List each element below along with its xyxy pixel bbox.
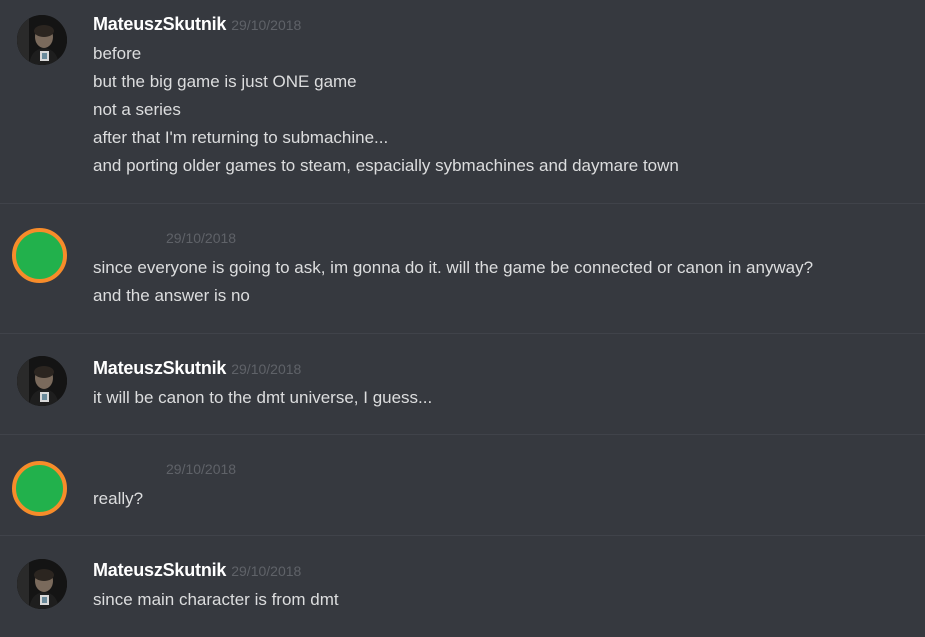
message-divider [0, 333, 925, 334]
message-divider [0, 434, 925, 435]
avatar[interactable] [17, 356, 67, 406]
message-line: and the answer is no [93, 286, 250, 305]
message-line: really? [93, 489, 144, 508]
username[interactable]: MateuszSkutnik [93, 14, 226, 34]
timestamp: 29/10/2018 [166, 230, 237, 246]
message-line: before [93, 44, 142, 63]
avatar[interactable] [17, 559, 67, 609]
timestamp: 29/10/2018 [166, 461, 237, 477]
timestamp: 29/10/2018 [231, 17, 302, 33]
message-divider [0, 203, 925, 204]
avatar[interactable] [12, 228, 67, 283]
message-line: and porting older games to steam, espaci… [93, 156, 679, 175]
timestamp: 29/10/2018 [231, 361, 302, 377]
username[interactable]: MateuszSkutnik [93, 358, 226, 378]
message-header: MateuszSkutnik 29/10/2018 [93, 560, 301, 582]
username[interactable]: MateuszSkutnik [93, 560, 226, 580]
user-photo-icon [17, 559, 67, 609]
message-line: since everyone is going to ask, im gonna… [93, 258, 814, 277]
avatar[interactable] [12, 461, 67, 516]
message-line: it will be canon to the dmt universe, I … [93, 388, 433, 407]
message-line: since main character is from dmt [93, 590, 339, 609]
message-divider [0, 535, 925, 536]
timestamp: 29/10/2018 [231, 563, 302, 579]
message-header: 29/10/2018 [93, 230, 236, 252]
chat-log: MateuszSkutnik 29/10/2018 before but the … [0, 0, 925, 637]
message-header: 29/10/2018 [93, 461, 236, 483]
message-line: not a series [93, 100, 181, 119]
message-header: MateuszSkutnik 29/10/2018 [93, 358, 301, 380]
user-photo-icon [17, 356, 67, 406]
avatar[interactable] [17, 15, 67, 65]
user-photo-icon [17, 15, 67, 65]
message-line: after that I'm returning to submachine..… [93, 128, 389, 147]
message-header: MateuszSkutnik 29/10/2018 [93, 14, 301, 36]
message-line: but the big game is just ONE game [93, 72, 357, 91]
